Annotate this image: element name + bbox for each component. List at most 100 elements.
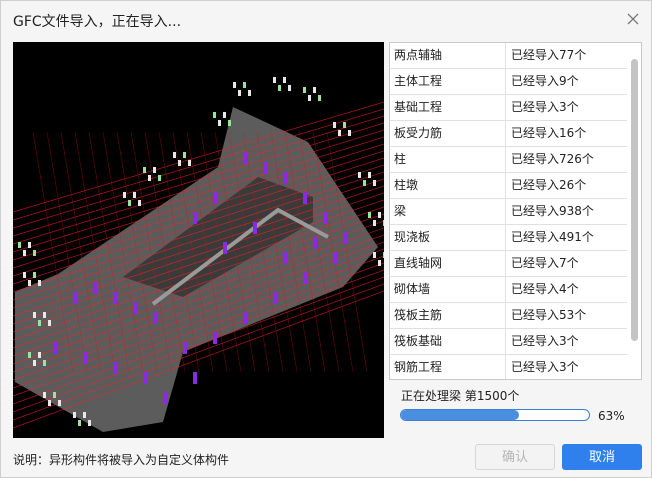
table-row[interactable]: 基础工程 已经导入3个 xyxy=(390,95,627,121)
axis-label-mark xyxy=(38,280,41,286)
column-mark xyxy=(313,237,317,249)
axis-label-mark xyxy=(213,112,216,118)
import-count-cell: 已经导入491个 xyxy=(511,230,594,244)
axis-label-mark xyxy=(348,130,351,136)
column-mark xyxy=(183,342,187,354)
component-name-cell: 筏板基础 xyxy=(390,329,506,354)
table-row[interactable]: 砌体墙 已经导入4个 xyxy=(390,277,627,303)
column-mark xyxy=(143,372,147,384)
column-mark xyxy=(113,362,117,374)
axis-label-mark xyxy=(23,272,26,278)
component-name-cell: 基础工程 xyxy=(390,95,506,120)
axis-label-mark xyxy=(313,87,316,93)
axis-label-mark xyxy=(38,352,41,358)
column-mark xyxy=(333,252,337,264)
axis-label-mark xyxy=(123,192,126,198)
axis-label-mark xyxy=(318,95,321,101)
table-row[interactable]: 筏板主筋 已经导入53个 xyxy=(390,303,627,329)
axis-label-mark xyxy=(53,392,56,398)
axis-label-mark xyxy=(183,152,186,158)
column-mark xyxy=(153,312,157,324)
title-bar: GFC文件导入，正在导入... xyxy=(1,1,651,39)
axis-label-mark xyxy=(48,320,51,326)
component-name-cell: 筏板主筋 xyxy=(390,303,506,328)
axis-label-mark xyxy=(273,77,276,83)
axis-label-mark xyxy=(43,360,46,366)
table-row[interactable]: 钢筋工程 已经导入3个 xyxy=(390,355,627,379)
table-row[interactable]: 柱已经导入726个 xyxy=(390,147,627,173)
column-mark xyxy=(223,242,227,254)
axis-label-mark xyxy=(58,400,61,406)
cancel-button[interactable]: 取消 xyxy=(562,444,642,470)
table-row[interactable]: 柱墩 已经导入26个 xyxy=(390,173,627,199)
component-name-cell: 两点辅轴 xyxy=(390,43,506,68)
axis-label-mark xyxy=(173,152,176,158)
import-count-cell: 已经导入16个 xyxy=(511,126,587,140)
import-count-cell: 已经导入938个 xyxy=(511,204,594,218)
axis-label-mark xyxy=(88,420,91,426)
axis-label-mark xyxy=(308,95,311,101)
confirm-button[interactable]: 确认 xyxy=(475,444,555,470)
axis-label-mark xyxy=(78,420,81,426)
column-mark xyxy=(283,252,287,264)
axis-label-mark xyxy=(33,272,36,278)
axis-label-mark xyxy=(48,400,51,406)
close-icon[interactable] xyxy=(625,11,641,27)
component-name-cell: 柱墩 xyxy=(390,173,506,198)
axis-label-mark xyxy=(18,242,21,248)
component-name-cell: 板受力筋 xyxy=(390,121,506,146)
column-mark xyxy=(83,352,87,364)
progress-bar xyxy=(400,409,590,421)
import-count-cell: 已经导入53个 xyxy=(511,308,587,322)
column-mark xyxy=(303,192,307,204)
column-mark xyxy=(213,332,217,344)
axis-label-mark xyxy=(33,250,36,256)
progress-percent: 63% xyxy=(598,409,625,423)
dialog-title: GFC文件导入，正在导入... xyxy=(13,14,182,30)
table-row[interactable]: 现浇板 已经导入491个 xyxy=(390,225,627,251)
axis-label-mark xyxy=(303,87,306,93)
axis-label-mark xyxy=(83,412,86,418)
axis-label-mark xyxy=(43,312,46,318)
table-scrollbar[interactable] xyxy=(629,43,641,379)
column-mark xyxy=(273,292,277,304)
import-table[interactable]: 两点辅轴 已经导入77个 主体工程 已经导入9个 基础工程 已经导入3个 板受力筋 已经导入1… xyxy=(389,42,642,380)
import-count-cell: 已经导入3个 xyxy=(511,100,579,114)
model-preview xyxy=(13,42,384,438)
table-row[interactable]: 筏板基础 已经导入3个 xyxy=(390,329,627,355)
table-row[interactable]: 梁已经导入938个 xyxy=(390,199,627,225)
import-dialog: GFC文件导入，正在导入... 两点辅轴 已经导入77个 主体工程 已经导入9个 基础工… xyxy=(0,0,652,478)
column-mark xyxy=(343,232,347,244)
axis-label-mark xyxy=(368,212,371,218)
table-row[interactable]: 主体工程 已经导入9个 xyxy=(390,69,627,95)
column-mark xyxy=(53,342,57,354)
table-row[interactable]: 直线轴网 已经导入7个 xyxy=(390,251,627,277)
axis-label-mark xyxy=(368,172,371,178)
component-name-cell: 钢筋工程 xyxy=(390,355,506,379)
table-row[interactable]: 两点辅轴 已经导入77个 xyxy=(390,43,627,69)
axis-label-mark xyxy=(38,320,41,326)
axis-label-mark xyxy=(338,130,341,136)
note-text: 说明：异形构件将被导入为自定义体构件 xyxy=(13,453,230,467)
component-name-cell: 主体工程 xyxy=(390,69,506,94)
column-mark xyxy=(243,152,247,164)
column-mark xyxy=(73,292,77,304)
axis-label-mark xyxy=(158,175,161,181)
axis-label-mark xyxy=(28,242,31,248)
column-mark xyxy=(133,302,137,314)
axis-label-mark xyxy=(178,160,181,166)
axis-label-mark xyxy=(288,85,291,91)
axis-label-mark xyxy=(373,220,376,226)
axis-label-mark xyxy=(28,280,31,286)
axis-label-mark xyxy=(358,172,361,178)
axis-label-mark xyxy=(133,192,136,198)
axis-label-mark xyxy=(153,167,156,173)
axis-label-mark xyxy=(383,252,384,258)
axis-label-mark xyxy=(143,167,146,173)
axis-label-mark xyxy=(33,360,36,366)
column-mark xyxy=(253,222,257,234)
table-row[interactable]: 板受力筋 已经导入16个 xyxy=(390,121,627,147)
scroll-thumb[interactable] xyxy=(631,59,638,341)
column-mark xyxy=(113,292,117,304)
axis-label-mark xyxy=(373,180,376,186)
